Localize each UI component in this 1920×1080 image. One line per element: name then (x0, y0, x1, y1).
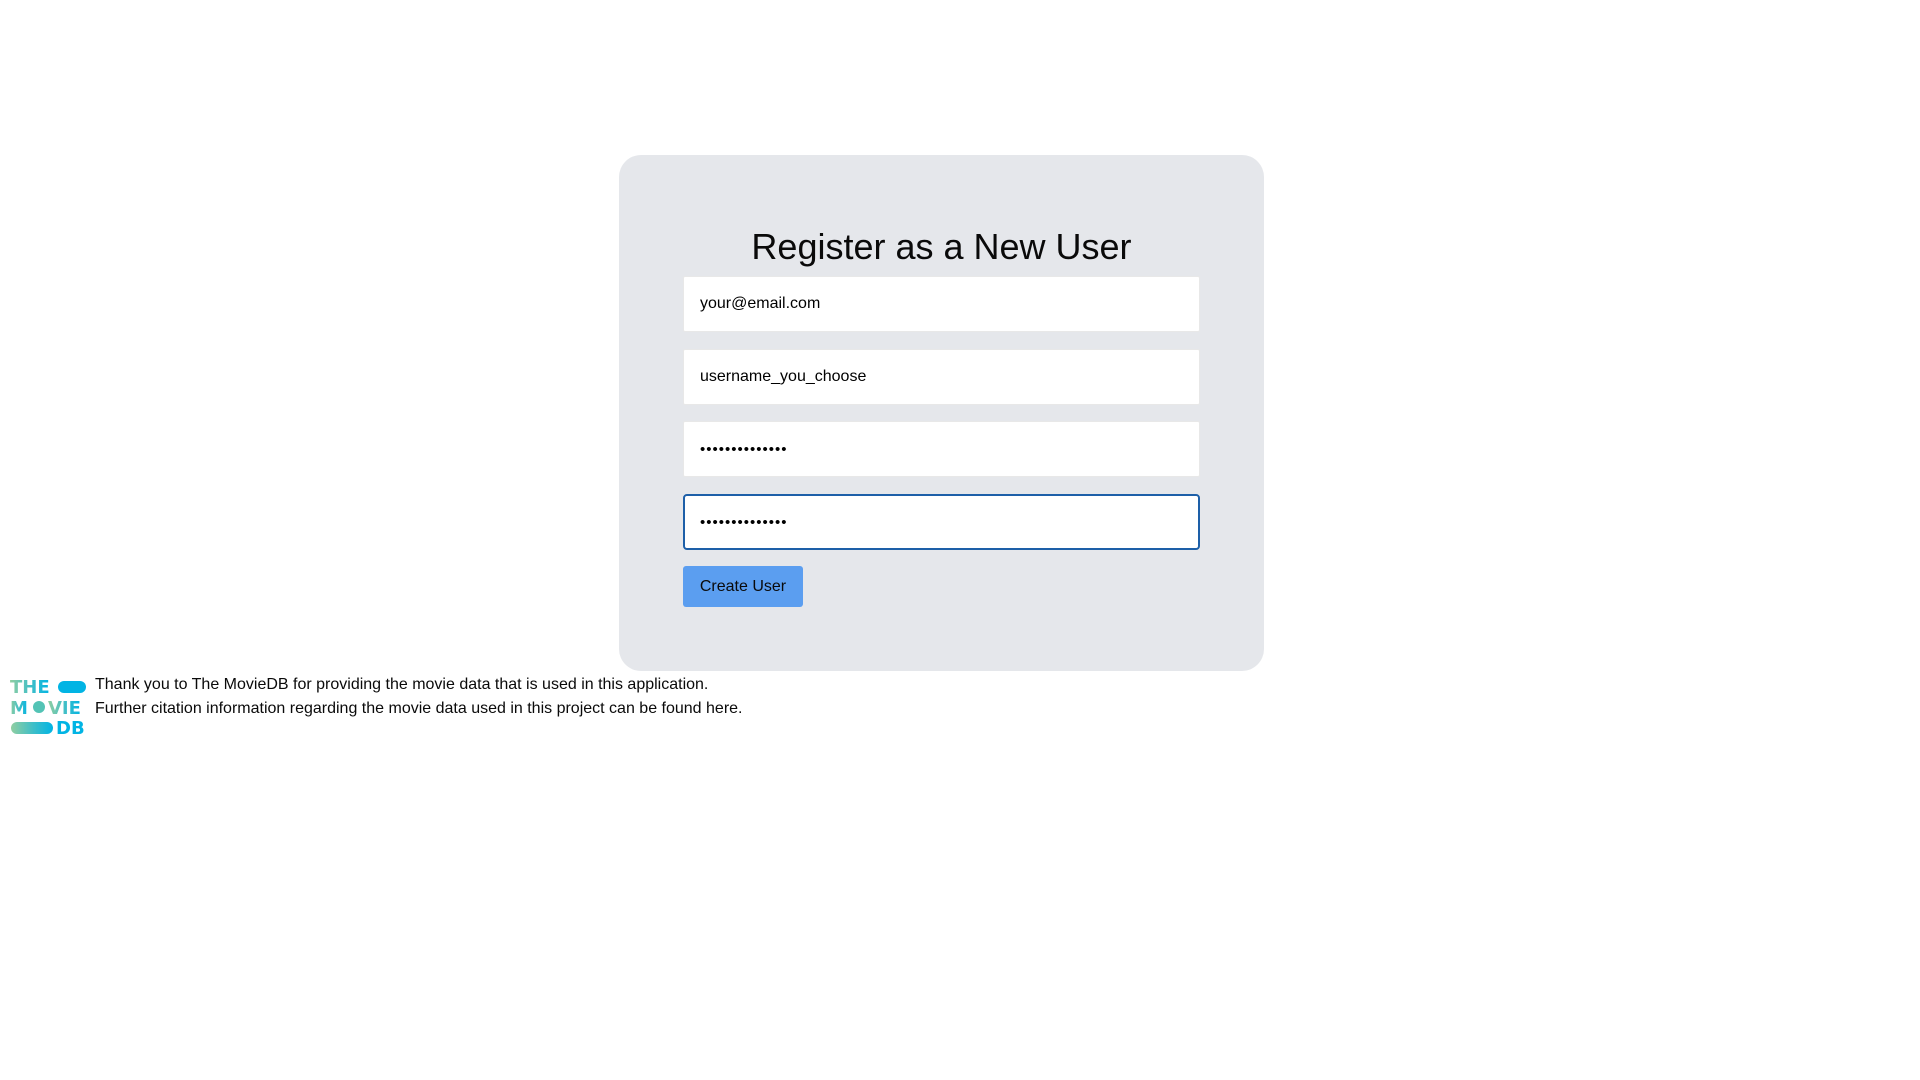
register-page: Register as a New User Create User THE M (0, 0, 1920, 1080)
register-card: Register as a New User Create User (619, 155, 1264, 671)
password-field[interactable] (683, 421, 1200, 477)
page-title: Register as a New User (751, 226, 1132, 267)
tmdb-logo-line-2-left: M (10, 698, 28, 719)
moviedb-thanks-text: Thank you to The MovieDB for providing t… (95, 676, 709, 693)
confirm-password-field[interactable] (683, 494, 1200, 550)
citation-text: Further citation information regarding t… (95, 700, 743, 717)
tmdb-logo-line-2-right: VIE (48, 698, 81, 719)
create-user-button[interactable]: Create User (683, 566, 803, 607)
tmdb-logo-line-3: DB (56, 718, 85, 738)
tmdb-logo-line-1: THE (10, 677, 50, 698)
tmdb-logo-icon: THE M VIE DB (9, 676, 87, 738)
email-field[interactable] (683, 276, 1200, 332)
attribution-footer: THE M VIE DB Thank you to The MovieDB fo… (9, 676, 742, 738)
username-field[interactable] (683, 349, 1200, 405)
attribution-text: Thank you to The MovieDB for providing t… (95, 673, 742, 721)
